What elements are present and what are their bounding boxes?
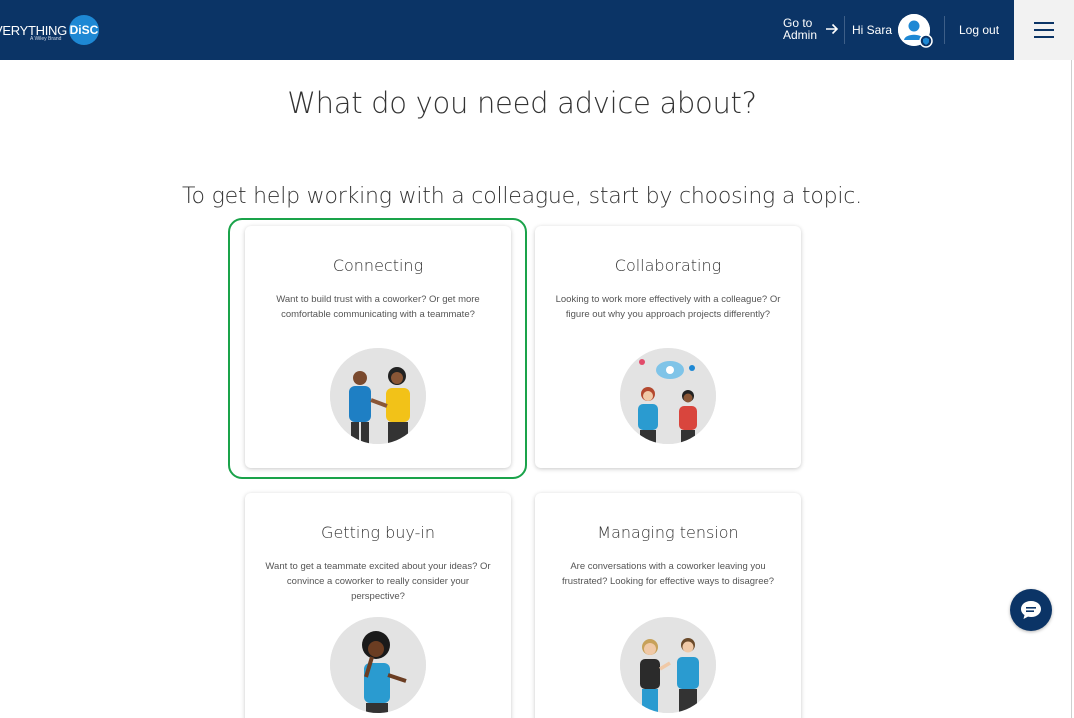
topic-card-connecting[interactable]: Connecting Want to build trust with a co…: [245, 226, 511, 468]
chat-button[interactable]: [1010, 589, 1052, 631]
topic-card-getting-buy-in[interactable]: Getting buy-in Want to get a teammate ex…: [245, 493, 511, 718]
card-description: Are conversations with a coworker leavin…: [561, 561, 775, 587]
page-edge: [1071, 60, 1072, 718]
card-description: Looking to work more effectively with a …: [555, 294, 781, 320]
card-title: Managing tension: [597, 523, 739, 542]
go-to-admin-label: Go to Admin: [783, 16, 818, 42]
logout-button[interactable]: Log out: [959, 23, 999, 37]
chat-bubble-icon: [1021, 601, 1041, 619]
go-to-admin-link[interactable]: Go to Admin: [783, 17, 839, 41]
hamburger-icon: [1034, 22, 1054, 38]
top-navigation-bar: VERYTHING DiSC A Wiley Brand Go to Admin…: [0, 0, 1074, 60]
menu-button[interactable]: [1014, 0, 1074, 60]
topic-card-collaborating[interactable]: Collaborating Looking to work more effec…: [535, 226, 801, 468]
card-description: Want to build trust with a coworker? Or …: [276, 294, 480, 320]
collaborating-illustration: [620, 348, 716, 444]
divider: [844, 16, 845, 44]
user-avatar[interactable]: [898, 14, 933, 48]
user-avatar-icon: [898, 14, 933, 48]
brand-subtitle: A Wiley Brand: [30, 36, 62, 42]
managing-tension-illustration: [620, 617, 716, 713]
disc-badge: DiSC: [68, 15, 99, 45]
page-title: What do you need advice about?: [287, 86, 757, 120]
brand-logo[interactable]: VERYTHING DiSC A Wiley Brand: [0, 14, 99, 46]
divider: [944, 16, 945, 44]
connecting-illustration: [330, 348, 426, 444]
getting-buy-in-illustration: [330, 617, 426, 713]
page-subtitle: To get help working with a colleague, st…: [182, 184, 862, 209]
card-title: Connecting: [332, 256, 424, 275]
user-greeting: Hi Sara: [852, 23, 893, 37]
card-title: Collaborating: [614, 256, 722, 275]
topic-card-managing-tension[interactable]: Managing tension Are conversations with …: [535, 493, 801, 718]
arrow-right-icon: [826, 23, 839, 35]
card-description: Want to get a teammate excited about you…: [265, 561, 491, 602]
card-title: Getting buy-in: [321, 523, 435, 542]
